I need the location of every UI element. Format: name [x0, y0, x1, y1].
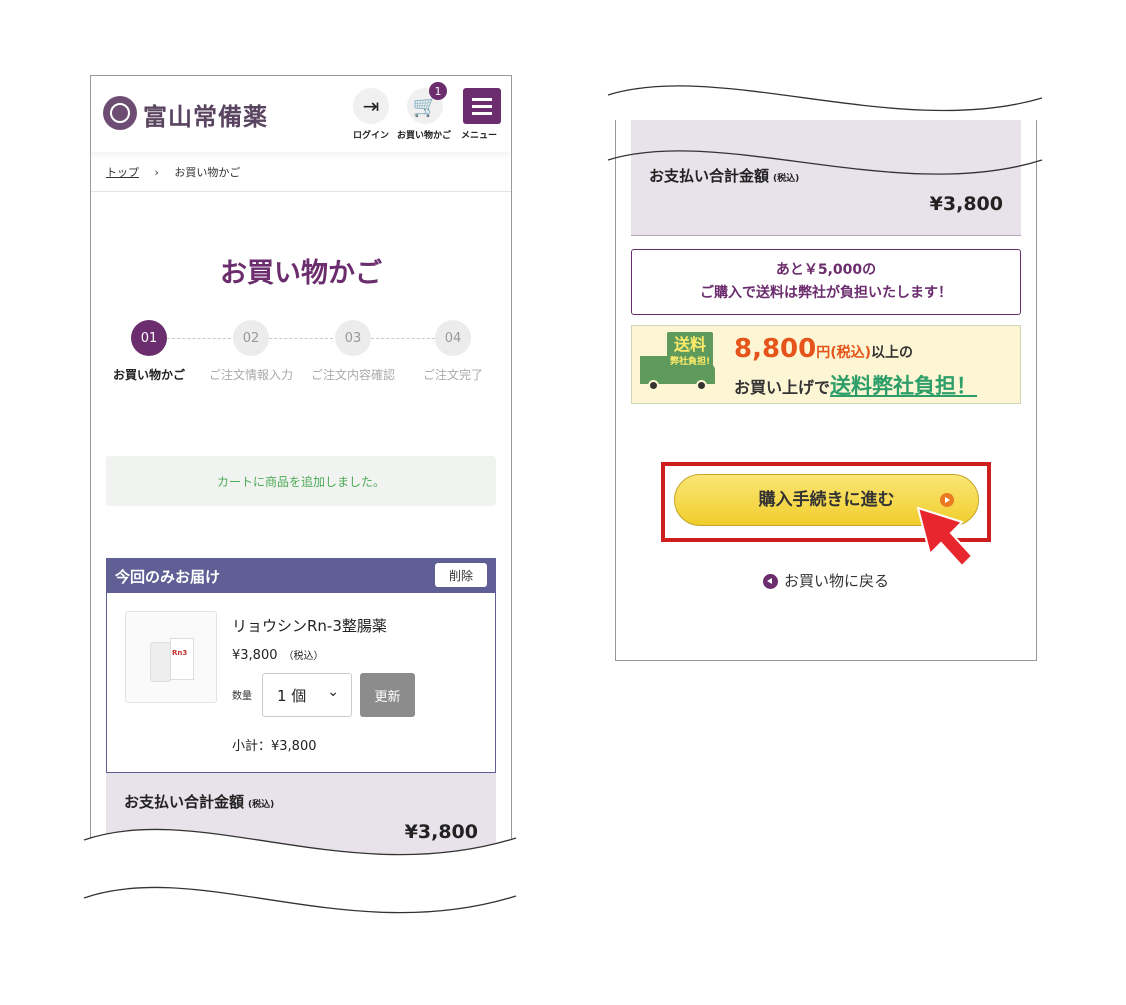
delivery-header: 今回のみお届け 削除 [107, 559, 495, 593]
back-arrow-icon [762, 574, 778, 589]
divider [91, 191, 511, 192]
logo-icon[interactable] [103, 96, 137, 130]
cart-screen-top: 富山常備薬 ⇥ ログイン 🛒 1 お買い物かご メニュー トップ › お買い物か… [90, 75, 512, 866]
shipping-stamp: 送料 弊社負担! [667, 332, 713, 374]
price-value: ¥3,800 [232, 648, 278, 663]
breadcrumb-separator: › [154, 166, 159, 179]
price-tax: （税込） [283, 651, 324, 662]
free-shipping-banner: 送料 弊社負担! 8,800円(税込)以上の お買い上げで送料弊社負担！ [631, 325, 1021, 404]
step-1-circle: 01 [131, 320, 167, 356]
step-3-label: ご注文内容確認 [310, 368, 395, 382]
chevron-down-icon: ⌄ [327, 684, 339, 700]
quantity-value: 1 個 [277, 687, 307, 705]
breadcrumb-current: お買い物かご [174, 166, 241, 179]
product-image[interactable] [125, 611, 217, 703]
truck-wheel [648, 380, 659, 391]
product-name[interactable]: リョウシンRn-3整腸薬 [232, 615, 387, 636]
hamburger-bar [472, 112, 492, 115]
site-header: 富山常備薬 ⇥ ログイン 🛒 1 お買い物かご メニュー [91, 76, 511, 152]
checkout-button[interactable]: 購入手続きに進む [674, 474, 979, 526]
login-label: ログイン [353, 131, 390, 141]
menu-label: メニュー [461, 131, 498, 141]
update-button[interactable]: 更新 [360, 673, 415, 717]
banner-condition: お買い上げで送料弊社負担！ [734, 370, 977, 400]
cart-screen-bottom: お支払い合計金額 (税込) ¥3,800 あと￥5,000の ご購入で送料は弊社が… [615, 120, 1037, 661]
cart-label: お買い物かご [397, 131, 452, 141]
delete-button[interactable]: 削除 [435, 563, 487, 587]
login-button[interactable]: ⇥ [353, 88, 389, 124]
total-box: お支払い合計金額 (税込) ¥3,800 [106, 773, 496, 866]
stamp-title: 送料 [673, 335, 706, 354]
banner-threshold: 8,800円(税込)以上の [734, 334, 913, 364]
added-to-cart-notice: カートに商品を追加しました。 [106, 456, 496, 506]
notice-line-2: ご購入で送料は弊社が負担いたします！ [700, 285, 952, 301]
product-price: ¥3,800 （税込） [232, 647, 324, 663]
checkout-label: 購入手続きに進む [758, 490, 895, 510]
left-cut-line [83, 886, 517, 914]
step-connector [269, 338, 333, 339]
banner-suffix: 以上の [871, 345, 914, 361]
right-cut-line [607, 85, 1043, 112]
breadcrumb-home-link[interactable]: トップ [106, 166, 139, 179]
login-icon: ⇥ [362, 94, 380, 118]
delivery-title: 今回のみお届け [115, 568, 221, 586]
play-arrow-icon [940, 493, 954, 507]
back-label: お買い物に戻る [783, 572, 889, 590]
step-2-circle: 02 [233, 320, 269, 356]
banner-yen: 円(税込) [816, 345, 872, 361]
menu-button[interactable] [463, 88, 501, 124]
total-label: お支払い合計金額 (税込) [124, 791, 274, 812]
subtotal: 小計：¥3,800 [232, 739, 317, 754]
hamburger-bar [472, 105, 492, 108]
step-1-label: お買い物かご [112, 368, 185, 382]
page-title: お買い物かご [220, 258, 382, 289]
notice-line-1: あと￥5,000の [775, 262, 877, 278]
step-2-label: ご注文情報入力 [208, 368, 293, 382]
hamburger-icon [472, 98, 492, 101]
step-connector [167, 338, 231, 339]
product-box-illustration [170, 638, 194, 680]
site-logo[interactable]: 富山常備薬 [143, 97, 268, 132]
total-amount: ¥3,800 [929, 193, 1003, 215]
cart-count-badge: 1 [429, 82, 447, 100]
step-4-circle: 04 [435, 320, 471, 356]
banner-emphasis: 送料弊社負担！ [830, 374, 978, 398]
total-tax-note: (税込) [248, 800, 275, 810]
total-label: お支払い合計金額 (税込) [649, 165, 799, 186]
step-3-circle: 03 [335, 320, 371, 356]
breadcrumb: トップ › お買い物かご [106, 164, 240, 180]
delivery-box: 今回のみお届け 削除 リョウシンRn-3整腸薬 ¥3,800 （税込） 数量 1 … [106, 558, 496, 773]
product-bottle-illustration [150, 642, 172, 682]
step-4-label: ご注文完了 [422, 368, 483, 382]
banner-prefix: お買い上げで [734, 378, 831, 397]
quantity-label: 数量 [232, 691, 252, 702]
truck-wheel [696, 380, 707, 391]
step-connector [371, 338, 435, 339]
total-label-text: お支払い合計金額 [124, 793, 245, 811]
stamp-subtitle: 弊社負担! [669, 357, 711, 367]
back-to-shopping-link[interactable]: お買い物に戻る [616, 570, 1036, 591]
banner-amount: 8,800 [734, 334, 817, 364]
total-box: お支払い合計金額 (税込) ¥3,800 [631, 120, 1021, 236]
total-label-text: お支払い合計金額 [649, 167, 770, 185]
quantity-select[interactable]: 1 個 ⌄ [262, 673, 352, 717]
free-shipping-remaining-notice: あと￥5,000の ご購入で送料は弊社が負担いたします！ [631, 249, 1021, 315]
total-amount: ¥3,800 [404, 821, 478, 843]
total-tax-note: (税込) [773, 174, 800, 184]
